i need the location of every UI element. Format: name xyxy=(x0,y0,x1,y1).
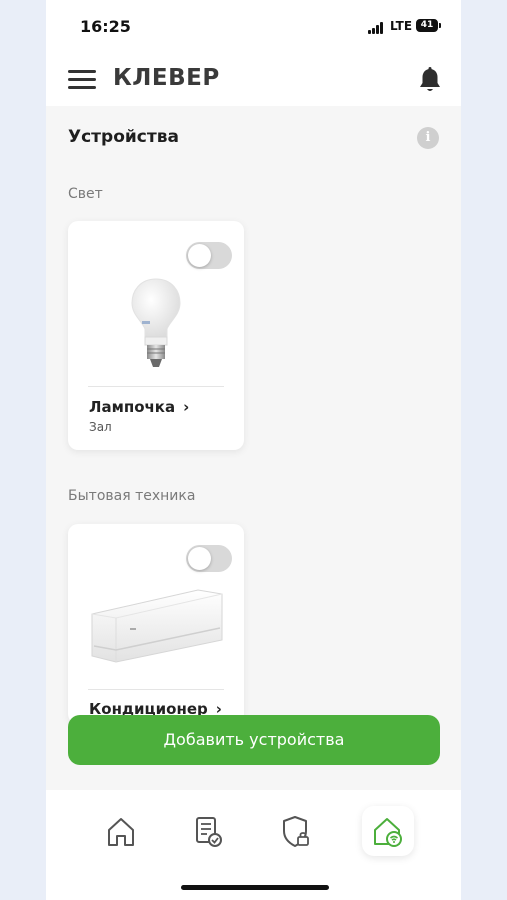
battery-tip xyxy=(439,23,441,28)
background-left xyxy=(0,0,46,900)
smart-home-wifi-icon xyxy=(374,818,402,847)
device-toggle-ac[interactable] xyxy=(186,545,232,572)
air-conditioner-image xyxy=(91,589,223,663)
device-name: Лампочка xyxy=(89,398,176,416)
device-name-link[interactable]: Лампочка › xyxy=(89,398,189,416)
device-card-bulb[interactable]: Лампочка › Зал xyxy=(68,221,244,450)
chevron-right-icon: › xyxy=(183,398,190,416)
device-room: Зал xyxy=(89,420,112,434)
home-icon xyxy=(108,818,134,846)
battery-icon: 41 xyxy=(416,19,438,32)
status-bar: 16:25 LTE 41 xyxy=(46,0,461,56)
status-time: 16:25 xyxy=(80,17,131,36)
background-right xyxy=(461,0,507,900)
signal-icon xyxy=(368,22,386,34)
shield-lock-icon xyxy=(283,816,309,847)
toggle-knob xyxy=(188,547,211,570)
tab-home[interactable] xyxy=(101,812,141,852)
light-bulb-image xyxy=(131,278,181,367)
device-toggle-bulb[interactable] xyxy=(186,242,232,269)
card-divider xyxy=(88,689,224,690)
tab-bar xyxy=(46,790,461,900)
app-brand: КЛЕВЕР xyxy=(113,65,220,91)
toggle-knob xyxy=(188,244,211,267)
home-indicator xyxy=(181,885,329,890)
menu-icon[interactable] xyxy=(68,70,96,90)
app-header: КЛЕВЕР xyxy=(46,56,461,106)
tab-documents[interactable] xyxy=(188,812,228,852)
network-type: LTE xyxy=(390,19,413,33)
add-devices-button[interactable]: Добавить устройства xyxy=(68,715,440,765)
category-label-appliances: Бытовая техника xyxy=(68,488,196,504)
device-card-ac[interactable]: Кондиционер › xyxy=(68,524,244,724)
card-divider xyxy=(88,386,224,387)
document-check-icon xyxy=(196,817,222,847)
tab-security[interactable] xyxy=(276,812,316,852)
category-label-light: Свет xyxy=(68,186,103,202)
page-title: Устройства xyxy=(68,127,179,147)
bell-icon[interactable] xyxy=(417,66,443,94)
info-icon[interactable]: i xyxy=(417,127,439,149)
phone-screen: 16:25 LTE 41 КЛЕВЕР Устройства i Свет Ла… xyxy=(46,0,461,900)
tab-smart-home[interactable] xyxy=(368,812,408,852)
